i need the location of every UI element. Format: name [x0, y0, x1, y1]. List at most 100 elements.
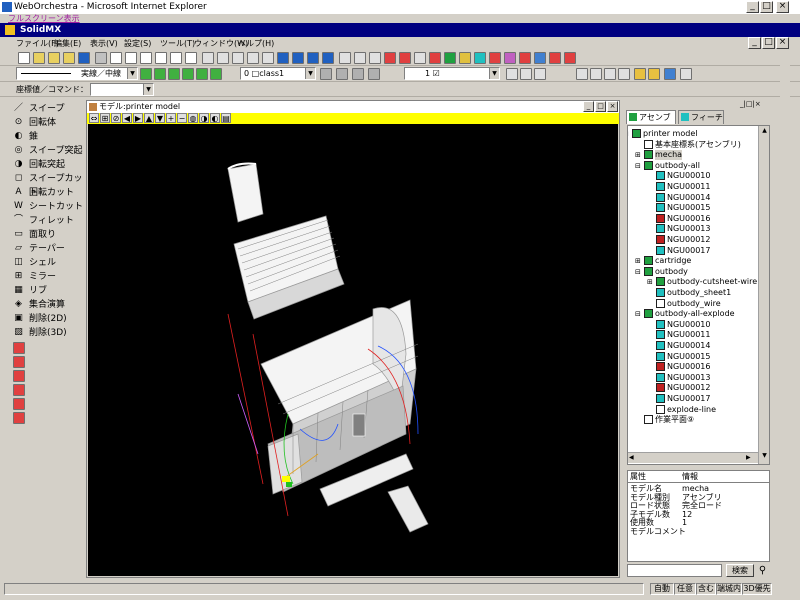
tree-horizontal-scrollbar[interactable]: ◀ ▶: [628, 452, 758, 463]
menu-view[interactable]: 表示(V): [90, 37, 118, 50]
tree-expander-icon[interactable]: ⊟: [635, 161, 641, 171]
toolbar-tool-icon[interactable]: [399, 52, 411, 64]
view-icon[interactable]: [604, 68, 616, 80]
view-icon[interactable]: [680, 68, 692, 80]
view-icon[interactable]: [634, 68, 646, 80]
green-flag-icon[interactable]: [168, 68, 180, 80]
view-icon[interactable]: [664, 68, 676, 80]
child-minimize-button[interactable]: _: [748, 37, 761, 49]
search-button[interactable]: 検索: [726, 564, 754, 577]
3d-viewport[interactable]: [88, 124, 618, 576]
tree-expander-icon[interactable]: ⊟: [635, 309, 641, 319]
toolbar-tool-icon[interactable]: [125, 52, 137, 64]
viewer-control-icon[interactable]: ◍: [188, 113, 198, 123]
toolbar-tool-icon[interactable]: [414, 52, 426, 64]
palette-item[interactable]: W シートカット: [11, 200, 83, 214]
layer-select[interactable]: 1 ☑ ▼: [404, 67, 500, 80]
viewer-control-icon[interactable]: ⊘: [111, 113, 121, 123]
palette-item[interactable]: ▦ リブ: [11, 284, 83, 298]
viewer-close-button[interactable]: ×: [607, 101, 618, 112]
fullscreen-link[interactable]: フルスクリーン表示: [8, 14, 80, 23]
viewer-minimize-button[interactable]: _: [583, 101, 594, 112]
viewer-control-icon[interactable]: −: [177, 113, 187, 123]
toolbar-tool-icon[interactable]: [140, 52, 152, 64]
palette-item[interactable]: ◐ 錐: [11, 130, 83, 144]
status-3d-priority[interactable]: 3D優先: [742, 583, 772, 595]
status-auto[interactable]: 自動: [650, 583, 674, 595]
child-close-button[interactable]: ×: [776, 37, 789, 49]
chevron-down-icon[interactable]: ▼: [127, 68, 137, 79]
toolbar-tool-icon[interactable]: [110, 52, 122, 64]
toolbar-tool-icon[interactable]: [202, 52, 214, 64]
viewer-control-icon[interactable]: ⇔: [89, 113, 99, 123]
extra-tool-icon[interactable]: [13, 384, 25, 396]
toolbar-tool-icon[interactable]: [262, 52, 274, 64]
viewer-maximize-button[interactable]: □: [595, 101, 606, 112]
toolbar-tool-icon[interactable]: [63, 52, 75, 64]
scroll-right-icon[interactable]: ▶: [746, 454, 751, 461]
chevron-down-icon[interactable]: ▼: [143, 84, 153, 95]
view-icon[interactable]: [648, 68, 660, 80]
extra-tool-icon[interactable]: [13, 342, 25, 354]
toolbar-tool-icon[interactable]: [444, 52, 456, 64]
scroll-left-icon[interactable]: ◀: [629, 454, 634, 461]
toolbar-tool-icon[interactable]: [170, 52, 182, 64]
toolbar-tool-icon[interactable]: [339, 52, 351, 64]
line-style-select[interactable]: 実線／中線 ▼: [16, 67, 138, 80]
toolbar-tool-icon[interactable]: [95, 52, 107, 64]
toolbar-tool-icon[interactable]: [185, 52, 197, 64]
child-restore-button[interactable]: □: [762, 37, 775, 49]
minimize-button[interactable]: _: [746, 1, 759, 13]
tree-expander-icon[interactable]: ⊞: [647, 277, 653, 287]
grid-icon[interactable]: [520, 68, 532, 80]
chevron-down-icon[interactable]: ▼: [305, 68, 315, 79]
menu-file[interactable]: ファイル(F): [16, 37, 59, 50]
tree-expander-icon[interactable]: ⊟: [628, 129, 629, 139]
view-icon[interactable]: [618, 68, 630, 80]
palette-item[interactable]: ◫ シェル: [11, 256, 83, 270]
tree-expander-icon[interactable]: ⊞: [635, 256, 641, 266]
toolbar-tool-icon[interactable]: [232, 52, 244, 64]
search-input[interactable]: [627, 564, 722, 577]
extra-tool-icon[interactable]: [13, 412, 25, 424]
layer-icon[interactable]: [368, 68, 380, 80]
green-flag-icon[interactable]: [140, 68, 152, 80]
toolbar-tool-icon[interactable]: [78, 52, 90, 64]
class-select[interactable]: 0 □class1 ▼: [240, 67, 316, 80]
palette-item[interactable]: ◻ スイープカット: [11, 172, 83, 198]
extra-tool-icon[interactable]: [13, 398, 25, 410]
layer-icon[interactable]: [336, 68, 348, 80]
status-include[interactable]: 含む: [696, 583, 716, 595]
view-icon[interactable]: [590, 68, 602, 80]
tab-feature[interactable]: フィーチャ: [678, 110, 724, 135]
toolbar-tool-icon[interactable]: [549, 52, 561, 64]
menu-help[interactable]: ヘルプ(H): [238, 37, 274, 50]
toolbar-tool-icon[interactable]: [534, 52, 546, 64]
menu-edit[interactable]: 編集(E): [54, 37, 81, 50]
palette-item[interactable]: ▭ 面取り: [11, 228, 83, 242]
palette-item[interactable]: ▨ 削除(3D): [11, 326, 83, 340]
toolbar-tool-icon[interactable]: [33, 52, 45, 64]
toolbar-tool-icon[interactable]: [292, 52, 304, 64]
layer-icon[interactable]: [352, 68, 364, 80]
toolbar-tool-icon[interactable]: [307, 52, 319, 64]
toolbar-tool-icon[interactable]: [459, 52, 471, 64]
menu-tools[interactable]: ツール(T): [160, 37, 195, 50]
toolbar-tool-icon[interactable]: [217, 52, 229, 64]
toolbar-tool-icon[interactable]: [277, 52, 289, 64]
green-flag-icon[interactable]: [182, 68, 194, 80]
palette-item[interactable]: ⊙ 回転体: [11, 116, 83, 130]
toolbar-tool-icon[interactable]: [18, 52, 30, 64]
model-tree[interactable]: ⊟ printer model基本座標系(アセンブリ) ⊞ mecha ⊟ outbody…: [627, 125, 770, 465]
toolbar-tool-icon[interactable]: [354, 52, 366, 64]
extra-tool-icon[interactable]: [13, 356, 25, 368]
menu-settings[interactable]: 設定(S): [124, 37, 151, 50]
layer-icon[interactable]: [320, 68, 332, 80]
tree-expander-icon[interactable]: ⊟: [635, 267, 641, 277]
palette-item[interactable]: ⌒ フィレット: [11, 214, 83, 228]
panel-pin-icon[interactable]: _|□|×: [740, 100, 761, 108]
maximize-button[interactable]: □: [760, 1, 773, 13]
toolbar-tool-icon[interactable]: [429, 52, 441, 64]
binoculars-icon[interactable]: ⚲: [756, 564, 769, 577]
view-icon[interactable]: [576, 68, 588, 80]
